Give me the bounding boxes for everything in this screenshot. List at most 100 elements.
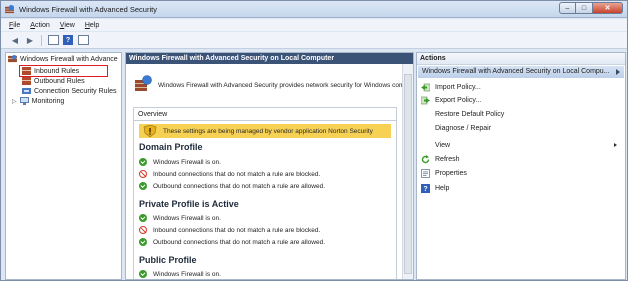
toolbar: ◀ ▶ ? [1, 32, 627, 49]
block-icon [139, 170, 147, 178]
actions-header: Actions [417, 53, 625, 65]
overview-label: Overview [138, 111, 168, 118]
action-import-label: Import Policy... [435, 83, 481, 91]
help-icon: ? [421, 183, 430, 193]
collapse-arrow-icon[interactable] [616, 69, 620, 75]
action-refresh[interactable]: Refresh [417, 153, 623, 165]
domain-status-firewall-text: Windows Firewall is on. [153, 158, 221, 166]
menu-view-label: iew [64, 21, 75, 29]
menu-action[interactable]: Action [30, 22, 49, 29]
window-title: Windows Firewall with Advanced Security [19, 5, 157, 14]
monitoring-icon [19, 97, 29, 105]
actions-subheader[interactable]: Windows Firewall with Advanced Security … [418, 66, 624, 78]
center-pane: Windows Firewall with Advanced Security … [125, 52, 414, 280]
center-pane-body: Windows Firewall with Advanced Security … [126, 64, 412, 279]
action-properties-label: Properties [435, 169, 467, 177]
inbound-rules-highlight [19, 65, 108, 77]
check-icon [139, 182, 147, 190]
private-status-inbound-text: Inbound connections that do not match a … [153, 226, 321, 234]
back-icon[interactable]: ◀ [9, 34, 21, 46]
window-controls: ‒ □ ✕ [559, 2, 623, 15]
refresh-icon [421, 154, 430, 163]
help-button[interactable]: ? [62, 34, 74, 46]
console-tree-button[interactable] [47, 34, 59, 46]
action-view[interactable]: View [417, 139, 623, 151]
menu-help-label: elp [89, 21, 100, 29]
tree-item-monitoring-label: Monitoring [31, 97, 65, 105]
action-diagnose-repair[interactable]: Diagnose / Repair [417, 122, 623, 134]
tree-item-monitoring[interactable]: ▷ Monitoring [12, 96, 64, 106]
menu-view[interactable]: View [60, 22, 75, 29]
minimize-button[interactable]: ‒ [559, 2, 576, 14]
center-scrollbar[interactable] [402, 64, 413, 279]
action-help[interactable]: ? Help [417, 182, 623, 194]
public-profile-title: Public Profile [139, 255, 197, 265]
toolbar-separator [41, 34, 42, 46]
block-icon [139, 226, 147, 234]
action-help-label: Help [435, 184, 450, 192]
maximize-button[interactable]: □ [576, 2, 593, 14]
private-status-inbound: Inbound connections that do not match a … [139, 225, 320, 235]
blank-icon [421, 124, 430, 133]
menu-help[interactable]: Help [85, 22, 99, 29]
overview-divider [134, 120, 396, 121]
actions-subheader-label: Windows Firewall with Advanced Security … [422, 68, 610, 75]
expand-chevron-icon[interactable]: ▷ [12, 98, 17, 105]
tree-item-outbound-rules[interactable]: Outbound Rules [22, 76, 85, 86]
actions-pane: Actions Windows Firewall with Advanced S… [416, 52, 626, 280]
domain-status-firewall: Windows Firewall is on. [139, 157, 221, 167]
domain-status-inbound-text: Inbound connections that do not match a … [153, 170, 321, 178]
action-export-label: Export Policy... [435, 96, 482, 104]
check-icon [139, 158, 147, 166]
properties-icon [77, 35, 89, 45]
center-pane-header: Windows Firewall with Advanced Security … [126, 53, 413, 64]
private-status-firewall-text: Windows Firewall is on. [153, 214, 221, 222]
domain-profile-title: Domain Profile [139, 142, 203, 152]
check-icon [139, 214, 147, 222]
action-properties[interactable]: Properties [417, 167, 623, 179]
private-status-outbound: Outbound connections that do not match a… [139, 237, 325, 247]
tree-item-root[interactable]: Windows Firewall with Advance [8, 54, 118, 64]
properties-icon [421, 168, 430, 178]
action-restore-default[interactable]: Restore Default Policy [417, 108, 623, 120]
app-window: Windows Firewall with Advanced Security … [0, 0, 628, 281]
svg-text:?: ? [423, 186, 427, 193]
vendor-warning-bar: These settings are being managed by vend… [139, 124, 391, 138]
check-icon [139, 270, 147, 278]
blank-icon [421, 141, 430, 150]
check-icon [139, 238, 147, 246]
outbound-rules-icon [22, 77, 31, 85]
public-status-firewall: Windows Firewall is on. [139, 269, 221, 279]
console-tree-icon [47, 35, 59, 45]
action-refresh-label: Refresh [435, 155, 460, 163]
tree-item-connection-security[interactable]: Connection Security Rules [22, 86, 117, 96]
close-button[interactable]: ✕ [593, 2, 623, 14]
action-restore-label: Restore Default Policy [435, 110, 505, 118]
firewall-icon [8, 55, 17, 63]
menu-bar: File Action View Help [1, 19, 627, 31]
forward-icon[interactable]: ▶ [24, 34, 36, 46]
vendor-warning-text: These settings are being managed by vend… [163, 127, 373, 135]
action-view-label: View [435, 141, 451, 149]
title-bar[interactable]: Windows Firewall with Advanced Security … [1, 1, 627, 18]
menu-file[interactable]: File [9, 22, 20, 29]
firewall-globe-icon [135, 75, 152, 91]
help-icon: ? [63, 35, 73, 45]
action-import-policy[interactable]: Import Policy... [417, 81, 623, 93]
domain-status-outbound: Outbound connections that do not match a… [139, 181, 325, 191]
firewall-icon [5, 5, 14, 14]
private-status-outbound-text: Outbound connections that do not match a… [153, 238, 325, 246]
menu-file-label: ile [13, 21, 21, 29]
warning-shield-icon [143, 125, 157, 137]
export-icon [421, 96, 430, 104]
public-status-firewall-text: Windows Firewall is on. [153, 270, 221, 278]
menu-action-label: ction [34, 21, 50, 29]
intro-text: Windows Firewall with Advanced Security … [158, 82, 412, 89]
tree-item-outbound-label: Outbound Rules [34, 77, 85, 85]
properties-button[interactable] [77, 34, 89, 46]
overview-box: Overview These settings are being manage… [133, 107, 397, 279]
center-scrollbar-thumb[interactable] [404, 74, 412, 274]
connection-security-icon [22, 88, 31, 94]
action-export-policy[interactable]: Export Policy... [417, 94, 623, 106]
private-status-firewall: Windows Firewall is on. [139, 213, 221, 223]
